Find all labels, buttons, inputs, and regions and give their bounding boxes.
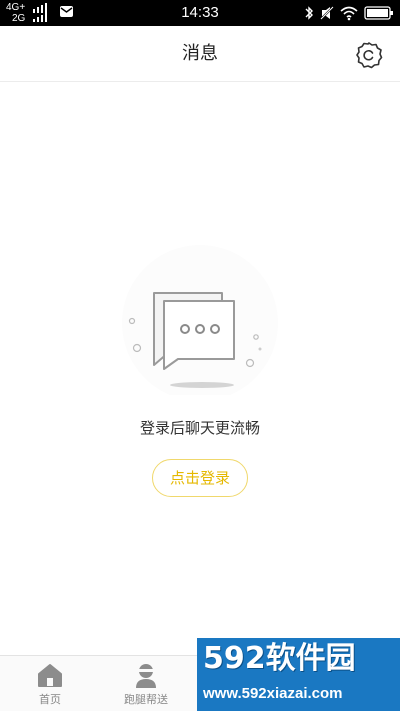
login-button[interactable]: 点击登录 — [152, 459, 248, 497]
courier-icon — [136, 664, 156, 688]
bluetooth-icon — [305, 6, 313, 20]
page-header: 消息 — [0, 26, 400, 82]
wifi-icon — [340, 6, 358, 21]
status-icons-right — [304, 4, 394, 22]
nav-item-courier[interactable]: 跑腿帮送 — [96, 656, 196, 711]
watermark-logo: 592软件园 www.592xiazai.com — [197, 638, 400, 711]
page-title: 消息 — [182, 43, 218, 64]
chat-bubbles-icon — [122, 245, 278, 395]
settings-button[interactable] — [354, 40, 384, 70]
empty-state-message: 登录后聊天更流畅 — [139, 419, 260, 437]
status-bar: 4G+ 2G 14:33 — [0, 0, 400, 26]
mute-icon — [320, 6, 334, 20]
nav-label-courier: 跑腿帮送 — [124, 693, 168, 706]
nav-item-home[interactable]: 首页 — [0, 656, 100, 711]
settings-gear-icon — [356, 42, 383, 69]
battery-icon — [364, 6, 393, 20]
watermark-brand: 592软件园 — [203, 641, 356, 676]
watermark-url: www.592xiazai.com — [203, 685, 343, 702]
home-icon — [38, 664, 62, 687]
nav-label-home: 首页 — [39, 693, 61, 706]
